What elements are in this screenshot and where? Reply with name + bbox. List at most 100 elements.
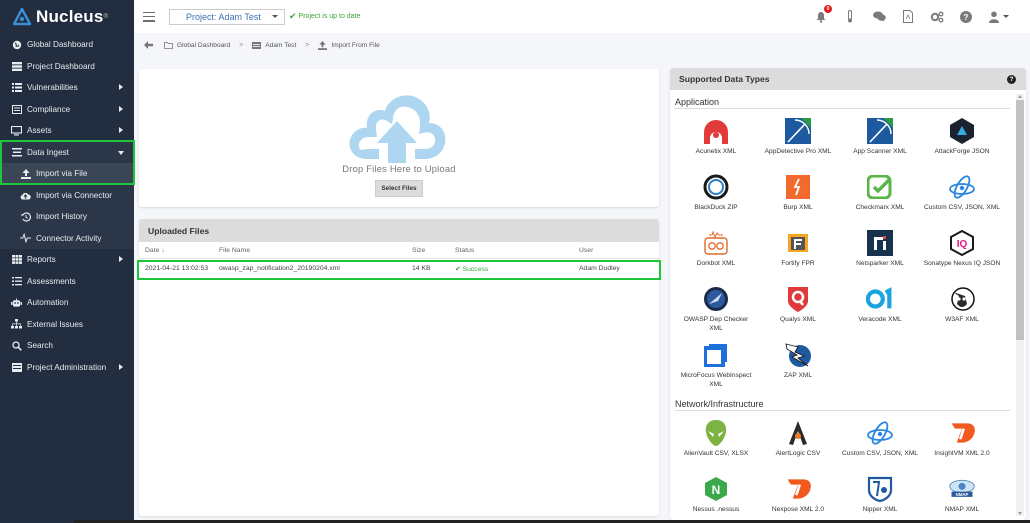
type-blackduck[interactable]: BlackDuck ZIP bbox=[675, 169, 757, 225]
type-custom-network[interactable]: Custom CSV, JSON, XML bbox=[839, 415, 921, 471]
sidebar-item-project-administration[interactable]: Project Administration bbox=[0, 357, 134, 379]
breadcrumb-separator: > bbox=[239, 41, 244, 49]
type-custom-app[interactable]: Custom CSV, JSON, XML bbox=[921, 169, 1003, 225]
type-zap[interactable]: ZAP XML bbox=[757, 337, 839, 393]
type-nexpose[interactable]: Nexpose XML 2.0 bbox=[757, 471, 839, 520]
sidebar-item-external-issues[interactable]: External Issues bbox=[0, 314, 134, 336]
type-label: Burp XML bbox=[783, 204, 813, 211]
column-header-user[interactable]: User bbox=[579, 247, 659, 254]
type-label: Checkmarx XML bbox=[855, 204, 905, 211]
robot-icon bbox=[11, 297, 22, 308]
fortify-logo-icon bbox=[784, 229, 812, 257]
type-app-scanner[interactable]: App Scanner XML bbox=[839, 113, 921, 169]
type-label: Qualys XML bbox=[780, 316, 816, 323]
project-selector[interactable]: Project: Adam Test bbox=[169, 8, 285, 25]
back-arrow-icon[interactable] bbox=[144, 41, 153, 49]
column-header-size[interactable]: Size bbox=[412, 247, 455, 254]
scroll-down-icon[interactable] bbox=[1018, 512, 1022, 515]
menu-toggle-icon[interactable] bbox=[143, 11, 155, 22]
sidebar-item-import-via-file[interactable]: Import via File bbox=[0, 163, 134, 185]
type-checkmarx[interactable]: Checkmarx XML bbox=[839, 169, 921, 225]
column-header-status[interactable]: Status bbox=[455, 247, 579, 254]
sidebar-item-data-ingest[interactable]: Data Ingest bbox=[0, 141, 134, 163]
sidebar-item-label: Connector Activity bbox=[36, 233, 102, 243]
drop-files-text: Drop Files Here to Upload bbox=[342, 163, 456, 174]
type-w3af[interactable]: W3AF XML bbox=[921, 281, 1003, 337]
types-scrollbar[interactable] bbox=[1016, 94, 1024, 516]
compliance-icon bbox=[11, 104, 22, 115]
type-nipper[interactable]: Nipper XML bbox=[839, 471, 921, 520]
user-menu-button[interactable] bbox=[988, 10, 1010, 24]
type-insightvm[interactable]: InsightVM XML 2.0 bbox=[921, 415, 1003, 471]
upload-dropzone[interactable]: Drop Files Here to Upload Select Files bbox=[139, 69, 659, 207]
stack-icon bbox=[11, 147, 22, 158]
sidebar-item-label: Import via File bbox=[36, 169, 88, 179]
type-microfocus-webinspect[interactable]: MicroFocus WebInspect XML bbox=[675, 337, 757, 393]
brand[interactable]: Nucleus ® bbox=[0, 0, 134, 34]
breadcrumb-project[interactable]: Adam Test bbox=[252, 41, 296, 49]
type-veracode[interactable]: Veracode XML bbox=[839, 281, 921, 337]
sidebar-item-assessments[interactable]: Assessments bbox=[0, 271, 134, 293]
type-netsparker[interactable]: Netsparker XML bbox=[839, 225, 921, 281]
chat-button[interactable] bbox=[872, 10, 886, 24]
type-qualys[interactable]: Qualys XML bbox=[757, 281, 839, 337]
select-files-button[interactable]: Select Files bbox=[375, 180, 423, 197]
type-nmap[interactable]: NMAP NMAP XML bbox=[921, 471, 1003, 520]
breadcrumb-separator: > bbox=[305, 41, 310, 49]
table-header-row: Date ↓ File Name Size Status User bbox=[139, 242, 659, 259]
sidebar-item-compliance[interactable]: Compliance bbox=[0, 99, 134, 121]
column-header-label: Date bbox=[145, 246, 160, 254]
sidebar-item-project-dashboard[interactable]: Project Dashboard bbox=[0, 56, 134, 78]
type-appdetective-pro[interactable]: AppDetective Pro XML bbox=[757, 113, 839, 169]
sidebar-item-reports[interactable]: Reports bbox=[0, 249, 134, 271]
notifications-button[interactable]: 0 bbox=[814, 4, 832, 24]
thermometer-icon bbox=[848, 10, 852, 23]
sidebar-item-connector-activity[interactable]: Connector Activity bbox=[0, 227, 134, 249]
column-header-date[interactable]: Date ↓ bbox=[139, 247, 219, 254]
type-fortify[interactable]: Fortify FPR bbox=[757, 225, 839, 281]
type-alienvault[interactable]: AlienVault CSV, XLSX bbox=[675, 415, 757, 471]
sidebar-item-vulnerabilities[interactable]: Vulnerabilities bbox=[0, 77, 134, 99]
type-owasp-dep-checker[interactable]: OWASP Dep Checker XML bbox=[675, 281, 757, 337]
scroll-up-icon[interactable] bbox=[1018, 95, 1022, 98]
type-label: Dorkbot XML bbox=[696, 260, 736, 267]
sidebar-item-automation[interactable]: Automation bbox=[0, 292, 134, 314]
type-burp[interactable]: Burp XML bbox=[757, 169, 839, 225]
help-button[interactable]: ? bbox=[959, 10, 973, 24]
w3af-logo-icon bbox=[948, 285, 976, 313]
app-root: Nucleus ® Global Dashboard Project Dashbo… bbox=[0, 0, 1030, 523]
nexpose-logo-icon bbox=[784, 475, 812, 503]
type-attackforge[interactable]: AttackForge JSON bbox=[921, 113, 1003, 169]
type-sonatype[interactable]: IQ Sonatype Nexus IQ JSON bbox=[921, 225, 1003, 281]
type-label: Fortify FPR bbox=[781, 260, 815, 267]
sonatype-logo-icon: IQ bbox=[948, 229, 976, 257]
breadcrumb-current: Import From File bbox=[318, 40, 380, 50]
type-acunetix[interactable]: Acunetix XML bbox=[675, 113, 757, 169]
checkmarx-logo-icon bbox=[866, 173, 894, 201]
type-dorkbot[interactable]: Dorkbot XML bbox=[675, 225, 757, 281]
type-nessus[interactable]: N Nessus .nessus bbox=[675, 471, 757, 520]
sidebar-item-assets[interactable]: Assets bbox=[0, 120, 134, 142]
qualys-logo-icon bbox=[784, 285, 812, 313]
type-label: Custom CSV, JSON, XML bbox=[924, 204, 1000, 211]
admin-icon bbox=[11, 362, 22, 373]
type-alertlogic[interactable]: AlertLogic CSV bbox=[757, 415, 839, 471]
document-button[interactable] bbox=[901, 10, 915, 24]
upload-icon bbox=[20, 168, 31, 179]
netsparker-logo-icon bbox=[866, 229, 894, 257]
breadcrumb-global-dashboard[interactable]: Global Dashboard bbox=[164, 42, 230, 49]
attackforge-logo-icon bbox=[948, 117, 976, 145]
table-row[interactable]: 2021-04-21 13:02:53 owasp_zap_notificati… bbox=[139, 259, 659, 278]
sidebar-item-search[interactable]: Search bbox=[0, 335, 134, 357]
sidebar-item-import-via-connector[interactable]: Import via Connector bbox=[0, 184, 134, 206]
nmap-logo-icon: NMAP bbox=[948, 475, 976, 503]
search-icon bbox=[11, 340, 22, 351]
help-icon[interactable]: ? bbox=[1007, 74, 1016, 84]
scrollbar-thumb[interactable] bbox=[1016, 100, 1024, 340]
thermometer-button[interactable] bbox=[843, 10, 857, 24]
sidebar-item-global-dashboard[interactable]: Global Dashboard bbox=[0, 34, 134, 56]
settings-button[interactable] bbox=[930, 10, 944, 24]
sidebar-item-label: Global Dashboard bbox=[27, 40, 93, 50]
sidebar-item-import-history[interactable]: Import History bbox=[0, 206, 134, 228]
column-header-file-name[interactable]: File Name bbox=[219, 247, 412, 254]
